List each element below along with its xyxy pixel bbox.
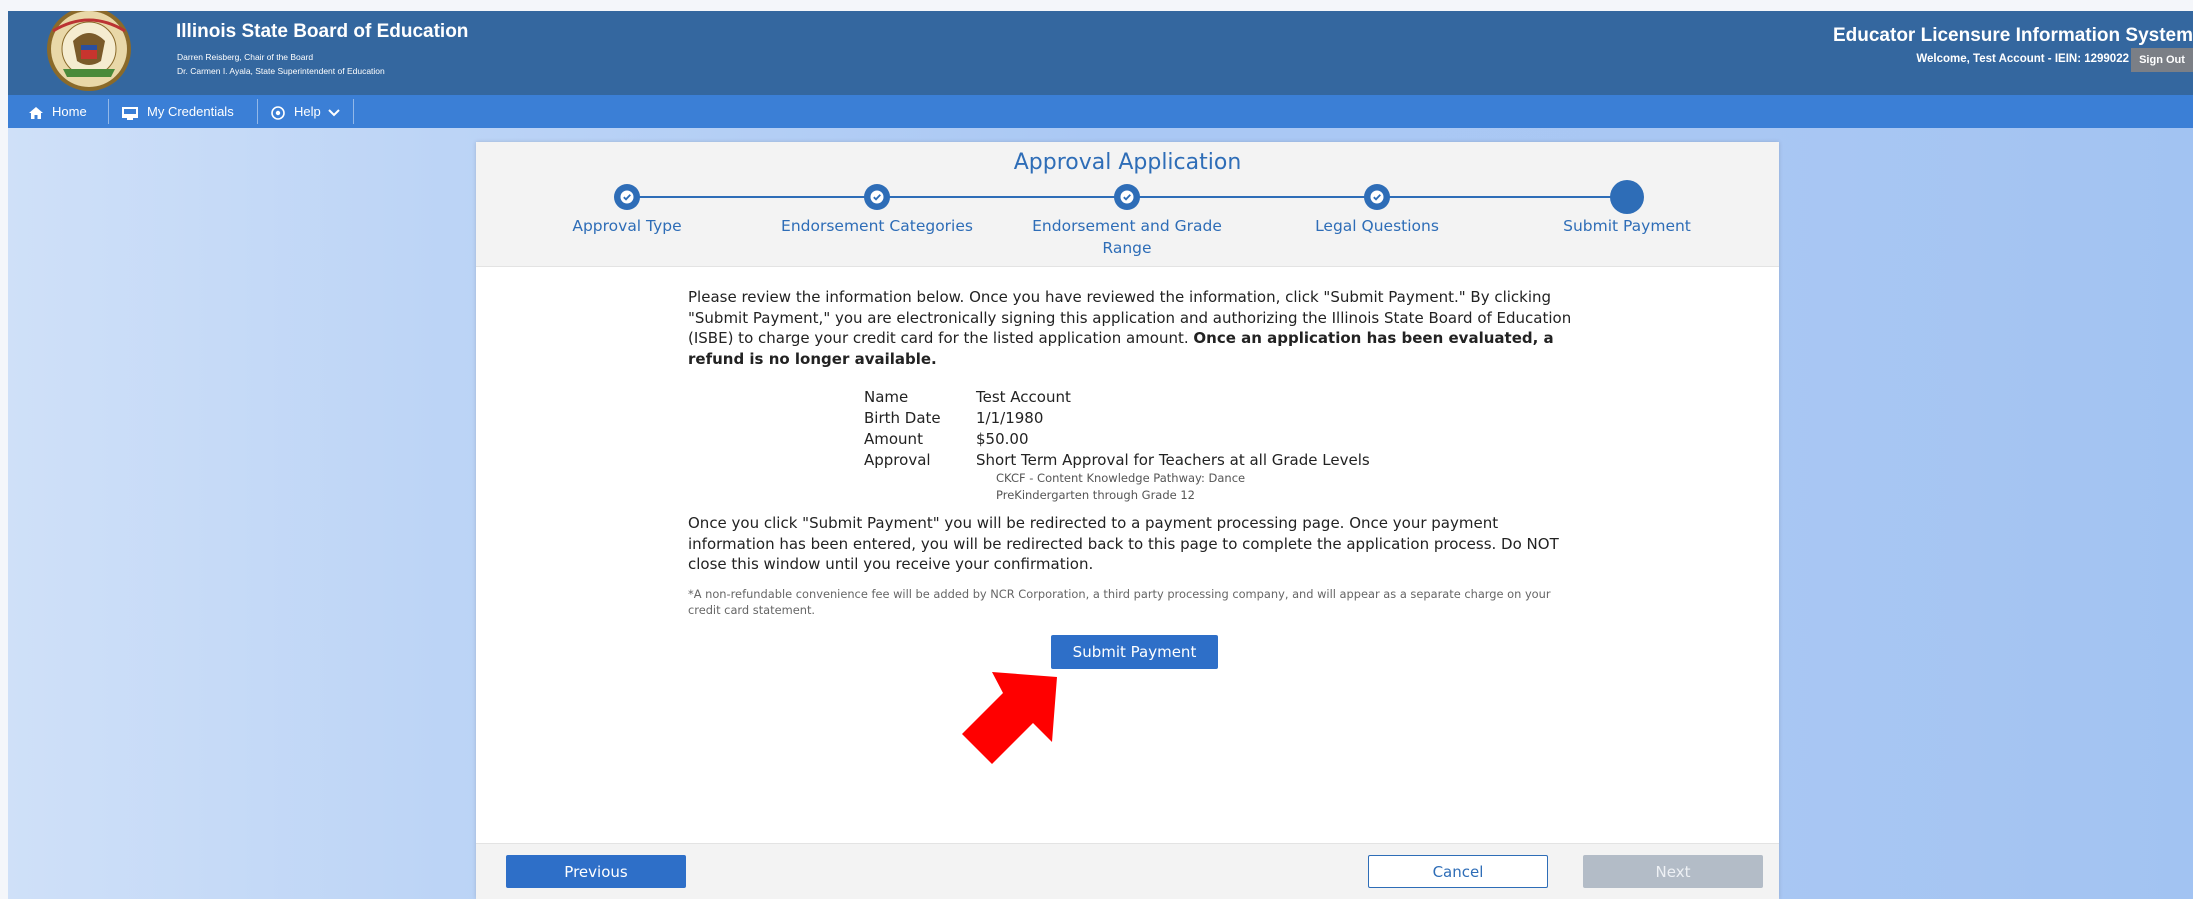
nav-help[interactable]: Help: [270, 95, 341, 128]
step-label-approval-type[interactable]: Approval Type: [522, 215, 732, 237]
nav-home[interactable]: Home: [28, 95, 87, 128]
next-button-disabled: Next: [1583, 855, 1763, 888]
step-submit-payment-current-icon: [1610, 180, 1644, 214]
nav-home-label: Home: [52, 104, 87, 119]
nav-help-label: Help: [294, 104, 321, 119]
chevron-down-icon: [328, 108, 341, 116]
step-approval-type-complete-icon: [614, 184, 640, 210]
step-label-endorsement-grade-range[interactable]: Endorsement and Grade Range: [1022, 215, 1232, 259]
main-navbar: Home My Credentials Help: [8, 95, 2193, 128]
sign-out-button[interactable]: Sign Out: [2131, 48, 2193, 72]
check-icon: [870, 190, 884, 204]
approval-value: Short Term Approval for Teachers at all …: [976, 451, 1370, 469]
name-label: Name: [864, 388, 909, 406]
convenience-fee-notice: *A non-refundable convenience fee will b…: [688, 587, 1551, 617]
check-icon: [1120, 190, 1134, 204]
step-legal-questions-complete-icon: [1364, 184, 1390, 210]
help-icon: [271, 105, 285, 120]
step-endorsement-categories-complete-icon: [864, 184, 890, 210]
home-icon: [29, 106, 43, 119]
step-label-endorsement-categories[interactable]: Endorsement Categories: [772, 215, 982, 237]
wizard-footer: Previous Cancel Next: [476, 843, 1779, 899]
step-label-submit-payment: Submit Payment: [1563, 217, 1691, 235]
approval-application-card: Approval Application Approval Type Endor…: [476, 142, 1779, 899]
red-arrow-annotation-icon: [962, 672, 1057, 764]
approval-grade-range-detail: PreKindergarten through Grade 12: [996, 488, 1196, 502]
submit-payment-button[interactable]: Submit Payment: [1051, 635, 1218, 669]
cancel-button[interactable]: Cancel: [1368, 855, 1548, 888]
isbe-seal-icon: [47, 11, 131, 91]
name-value: Test Account: [976, 388, 1071, 406]
app-title: Educator Licensure Information System: [1832, 25, 2193, 46]
approval-label: Approval: [864, 451, 931, 469]
approval-endorsement-detail: CKCF - Content Knowledge Pathway: Dance: [996, 471, 1246, 485]
nav-divider: [108, 99, 109, 124]
wizard-header: Approval Application Approval Type Endor…: [476, 142, 1779, 267]
step-label-legal-questions[interactable]: Legal Questions: [1272, 215, 1482, 237]
nav-my-credentials-label: My Credentials: [147, 104, 234, 119]
check-icon: [620, 190, 634, 204]
site-header: Illinois State Board of Education Darren…: [8, 11, 2193, 95]
check-icon: [1370, 190, 1384, 204]
previous-button[interactable]: Previous: [506, 855, 686, 888]
nav-my-credentials[interactable]: My Credentials: [121, 95, 234, 128]
chair-line: Darren Reisberg, Chair of the Board: [177, 52, 314, 62]
credentials-icon: [122, 106, 138, 120]
birth-date-value: 1/1/1980: [976, 409, 1044, 427]
top-gap: [8, 0, 2193, 11]
amount-value: $50.00: [976, 430, 1029, 448]
nav-divider: [257, 99, 258, 124]
birth-date-label: Birth Date: [864, 409, 941, 427]
welcome-text: Welcome, Test Account - IEIN: 1299022: [1916, 53, 2129, 65]
org-title: Illinois State Board of Education: [176, 21, 469, 42]
step-endorsement-grade-range-complete-icon: [1114, 184, 1140, 210]
superintendent-line: Dr. Carmen I. Ayala, State Superintenden…: [177, 66, 385, 76]
browser-viewport: Illinois State Board of Education Darren…: [8, 0, 2193, 899]
amount-label: Amount: [864, 430, 923, 448]
review-instructions: Please review the information below. Onc…: [688, 287, 1583, 369]
nav-divider: [353, 99, 354, 124]
redirect-notice: Once you click "Submit Payment" you will…: [688, 514, 1559, 573]
wizard-title: Approval Application: [1013, 150, 1242, 175]
